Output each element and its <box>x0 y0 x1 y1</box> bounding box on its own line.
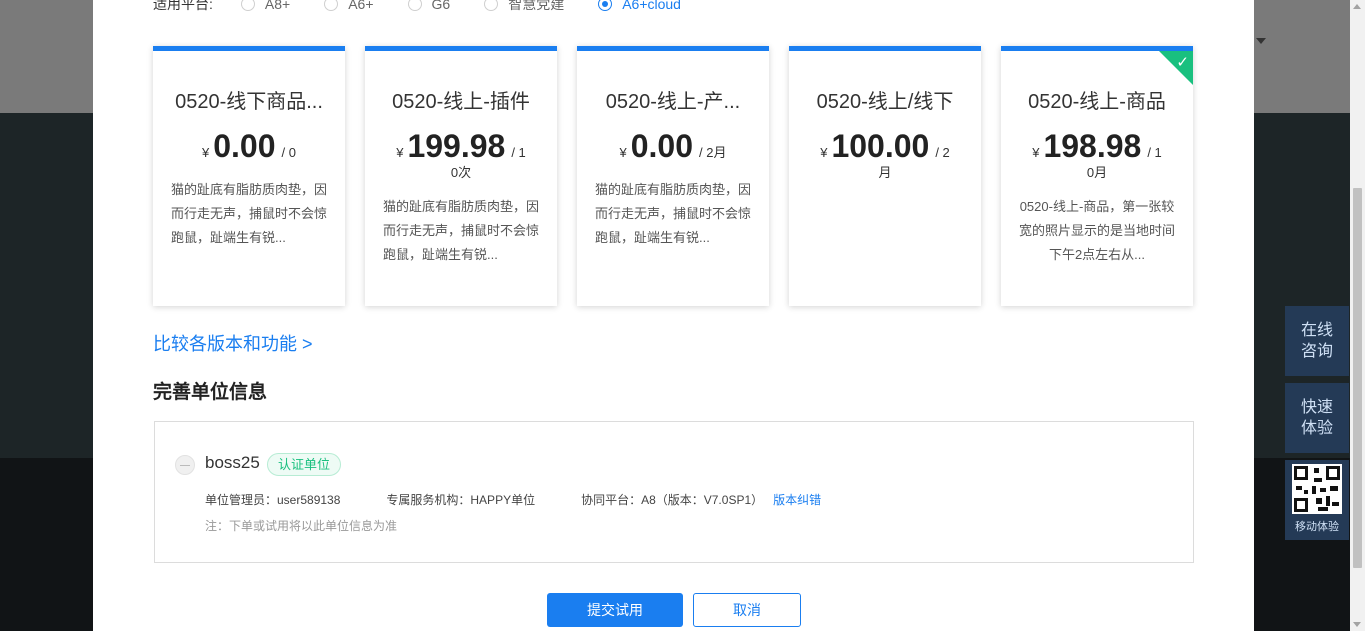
trial-modal: 适用平台: A8+ A6+ G6 智慧党建 A6+cloud 0520-线下商品… <box>93 0 1254 631</box>
scroll-up-arrow-icon[interactable] <box>1353 4 1361 9</box>
product-title: 0520-线上-插件 <box>392 91 530 113</box>
org-service: 专属服务机构：HAPPY单位 <box>386 493 536 507</box>
quick-experience-button[interactable]: 快速体验 <box>1285 383 1349 453</box>
platform-option-label: A6+cloud <box>622 0 681 12</box>
product-description: 猫的趾底有脂肪质肉垫，因而行走无声，捕鼠时不会惊跑鼠，趾端生有锐... <box>595 182 751 245</box>
price-amount: 198.98 <box>1043 128 1142 164</box>
currency-symbol: ¥ <box>1032 145 1040 160</box>
product-price: ¥ 199.98 / 1 <box>365 128 557 164</box>
online-consult-button[interactable]: 在线咨询 <box>1285 306 1349 376</box>
price-amount: 0.00 <box>630 128 694 164</box>
price-unit-wrap: 0月 <box>1086 165 1108 180</box>
radio-checked-icon[interactable] <box>598 0 613 11</box>
currency-symbol: ¥ <box>202 145 210 160</box>
platform-option-label: 智慧党建 <box>508 0 565 12</box>
scrollbar-thumb[interactable] <box>1353 188 1362 568</box>
organization-info: boss25 认证单位 单位管理员：user589138 专属服务机构：HAPP… <box>154 421 1194 563</box>
version-fix-link[interactable]: 版本纠错 <box>773 491 821 508</box>
product-title: 0520-线上-产... <box>605 91 741 113</box>
product-title: 0520-线上/线下 <box>816 91 954 113</box>
product-cards: 0520-线下商品... ¥ 0.00 / 0 猫的趾底有脂肪质肉垫，因而行走无… <box>153 46 1193 306</box>
product-title: 0520-线上-商品 <box>1028 91 1166 113</box>
scroll-down-arrow-icon[interactable] <box>1353 622 1361 627</box>
platform-option-a6cloud[interactable]: A6+cloud <box>598 0 681 12</box>
product-description: 猫的趾底有脂肪质肉垫，因而行走无声，捕鼠时不会惊跑鼠，趾端生有锐... <box>383 199 539 262</box>
compare-versions-link[interactable]: 比较各版本和功能 > <box>153 330 313 356</box>
price-amount: 199.98 <box>407 128 506 164</box>
price-unit: / 0 <box>281 145 296 160</box>
price-unit: / 2 <box>935 145 950 160</box>
currency-symbol: ¥ <box>820 145 828 160</box>
price-unit: / 1 <box>511 145 526 160</box>
org-note: 注：下单或试用将以此单位信息为准 <box>205 519 398 533</box>
currency-symbol: ¥ <box>619 145 627 160</box>
price-amount: 0.00 <box>213 128 276 164</box>
mobile-experience-qr[interactable]: 移动体验 <box>1285 460 1349 540</box>
product-description: 猫的趾底有脂肪质肉垫，因而行走无声，捕鼠时不会惊跑鼠，趾端生有锐... <box>171 182 327 245</box>
radio-icon[interactable] <box>324 0 339 11</box>
radio-icon[interactable] <box>240 0 255 11</box>
product-description: 0520-线上-商品，第一张较宽的照片显示的是当地时间下午2点左右从... <box>1019 199 1175 262</box>
product-price: ¥ 100.00 / 2 <box>789 128 981 164</box>
platform-option-label: A8+ <box>264 0 291 12</box>
verified-badge: 认证单位 <box>267 453 342 476</box>
product-card-selected[interactable]: ✓ 0520-线上-商品 ¥ 198.98 / 1 0月 0520-线上-商品，… <box>1001 46 1193 306</box>
currency-symbol: ¥ <box>396 145 404 160</box>
qr-code-icon <box>1292 464 1342 514</box>
platform-option-g6[interactable]: G6 <box>407 0 451 12</box>
price-unit-wrap: 月 <box>878 165 892 180</box>
platform-option-party[interactable]: 智慧党建 <box>484 0 564 14</box>
product-card[interactable]: 0520-线上/线下 ¥ 100.00 / 2 月 <box>789 46 981 306</box>
section-title: 完善单位信息 <box>153 382 268 403</box>
product-price: ¥ 0.00 / 0 <box>153 128 345 164</box>
price-amount: 100.00 <box>831 128 930 164</box>
platform-selector: 适用平台: A8+ A6+ G6 智慧党建 A6+cloud <box>153 0 715 15</box>
platform-option-label: G6 <box>431 0 451 12</box>
org-name: boss25 <box>205 453 260 472</box>
page-scrollbar[interactable] <box>1350 0 1365 631</box>
radio-icon[interactable] <box>484 0 499 11</box>
platform-option-a8[interactable]: A8+ <box>240 0 291 12</box>
product-card[interactable]: 0520-线下商品... ¥ 0.00 / 0 猫的趾底有脂肪质肉垫，因而行走无… <box>153 46 345 306</box>
floating-side-panel: 在线咨询 快速体验 移动体验 <box>1285 306 1349 540</box>
avatar <box>175 455 195 475</box>
org-platform: 协同平台：A8（版本：V7.0SP1） <box>581 493 764 507</box>
online-consult-label: 在线咨询 <box>1300 322 1333 360</box>
radio-icon[interactable] <box>407 0 422 11</box>
product-title: 0520-线下商品... <box>175 91 323 113</box>
product-card[interactable]: 0520-线上-插件 ¥ 199.98 / 1 0次 猫的趾底有脂肪质肉垫，因而… <box>365 46 557 306</box>
product-card[interactable]: 0520-线上-产... ¥ 0.00 / 2月 猫的趾底有脂肪质肉垫，因而行走… <box>577 46 769 306</box>
cancel-button[interactable]: 取消 <box>693 593 801 627</box>
price-unit-wrap: 0次 <box>450 165 472 180</box>
org-admin: 单位管理员：user589138 <box>205 493 341 507</box>
price-unit: / 2月 <box>699 145 727 160</box>
submit-trial-button[interactable]: 提交试用 <box>547 593 683 627</box>
org-meta: 单位管理员：user589138 专属服务机构：HAPPY单位 协同平台：A8（… <box>205 491 821 508</box>
product-price: ¥ 198.98 / 1 <box>1001 128 1193 164</box>
checkmark-icon: ✓ <box>1176 54 1189 71</box>
dropdown-caret-icon <box>1256 38 1266 44</box>
platform-option-a6[interactable]: A6+ <box>324 0 374 12</box>
platform-label: 适用平台: <box>153 0 213 12</box>
mobile-experience-label: 移动体验 <box>1295 521 1339 533</box>
platform-option-label: A6+ <box>348 0 374 12</box>
price-unit: / 1 <box>1147 145 1162 160</box>
product-price: ¥ 0.00 / 2月 <box>577 128 769 164</box>
quick-experience-label: 快速体验 <box>1300 399 1333 437</box>
